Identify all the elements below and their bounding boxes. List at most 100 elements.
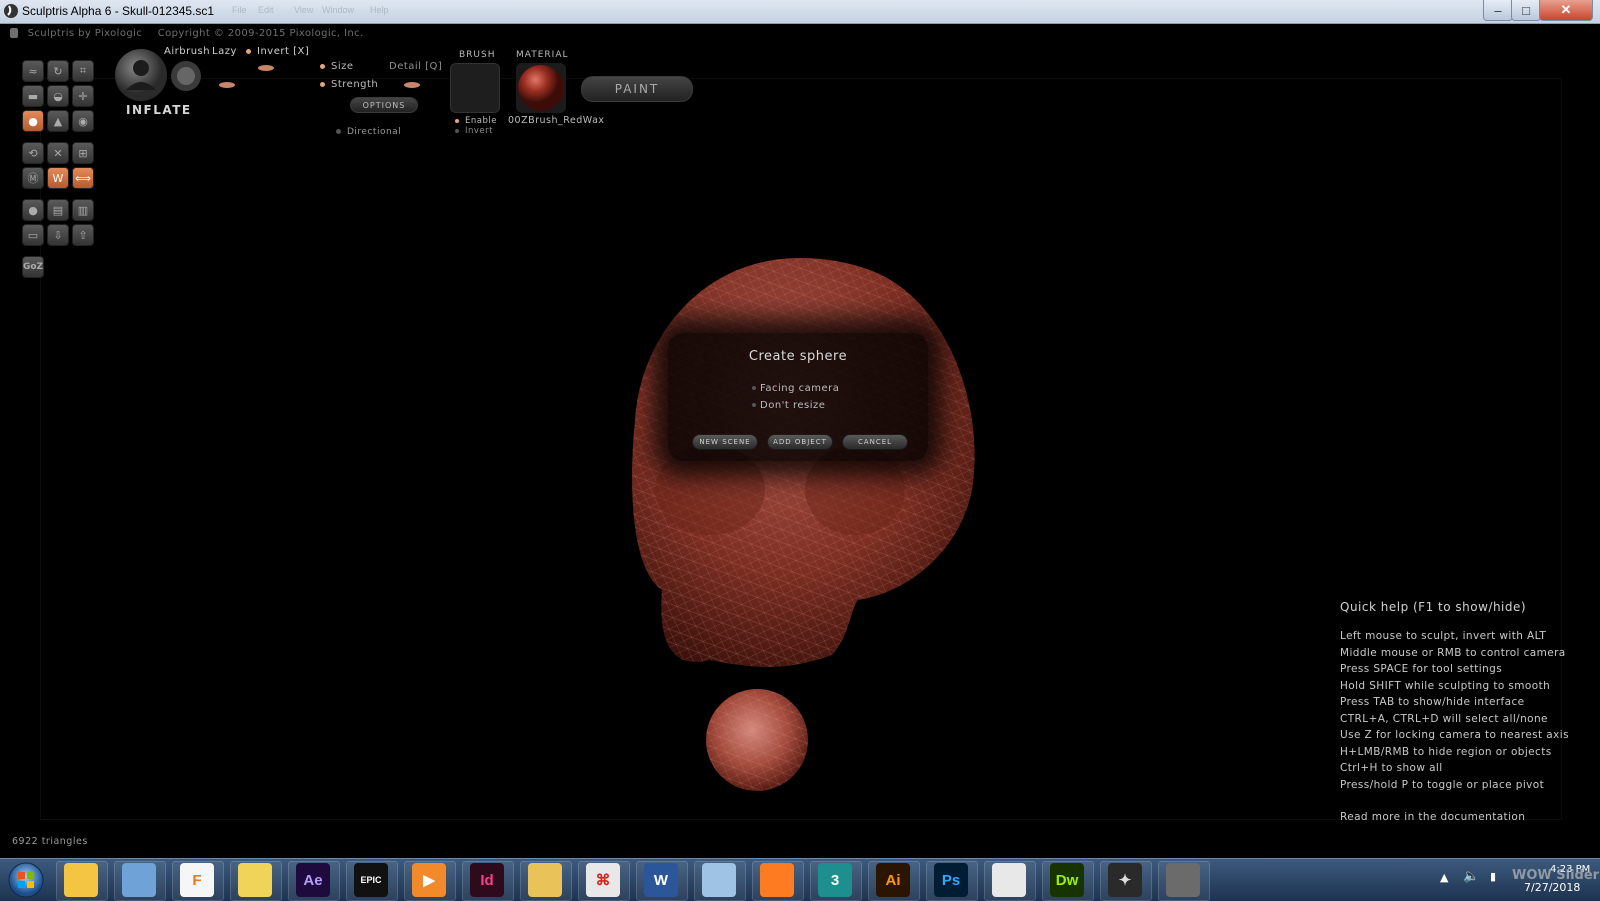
close-button[interactable]: ✕ <box>1539 0 1593 21</box>
lazy-slider-knob[interactable] <box>219 82 235 88</box>
invert-slider-knob[interactable] <box>258 65 274 71</box>
taskbar-button[interactable] <box>1158 861 1210 901</box>
crease-tool-icon[interactable]: ◒ <box>47 85 69 107</box>
save-file-icon[interactable]: ▥ <box>72 199 94 221</box>
quick-help-title: Quick help (F1 to show/hide) <box>1340 600 1527 614</box>
skull-model[interactable] <box>600 240 1020 800</box>
start-button[interactable] <box>6 861 46 899</box>
material-header: MATERIAL <box>516 50 569 60</box>
move-tool-icon[interactable]: ✛ <box>72 85 94 107</box>
chrome-icon <box>992 863 1026 897</box>
quick-help-line: Middle mouse or RMB to control camera <box>1340 646 1566 659</box>
taskbar-button[interactable] <box>984 861 1036 901</box>
directional-label: Directional <box>347 127 402 137</box>
minimize-button[interactable]: – <box>1483 0 1513 21</box>
taskbar-button[interactable] <box>694 861 746 901</box>
mask-icon[interactable]: Ⓜ <box>22 167 44 189</box>
reduce-brush-icon[interactable]: ⟲ <box>22 142 44 164</box>
reduce-selection-icon[interactable]: ✕ <box>47 142 69 164</box>
invert-texture-toggle[interactable]: Invert <box>455 126 493 136</box>
paint-button[interactable]: PAINT <box>581 76 693 102</box>
menu-file[interactable]: File <box>232 5 247 15</box>
quick-help-line: Press/hold P to toggle or place pivot <box>1340 778 1545 791</box>
taskbar-button[interactable] <box>520 861 572 901</box>
strength-label: Strength <box>331 79 379 90</box>
goz-button[interactable]: GoZ <box>22 256 44 278</box>
strength-slider-knob[interactable] <box>404 82 420 88</box>
window-title-bar[interactable]: Sculptris Alpha 6 - Skull-012345.sc1 Fil… <box>0 0 1600 24</box>
taskbar-button[interactable]: Id <box>462 861 514 901</box>
taskbar-button[interactable]: Ae <box>288 861 340 901</box>
draw-tool-icon[interactable]: ≈ <box>22 60 44 82</box>
network-icon[interactable]: ▮ <box>1490 870 1496 883</box>
taskbar-button[interactable]: Ps <box>926 861 978 901</box>
lazy-label: Lazy <box>212 46 237 57</box>
new-plane-icon[interactable]: ▭ <box>22 224 44 246</box>
create-sphere-dialog: Create sphere Facing camera Don't resize… <box>668 333 928 461</box>
menu-edit[interactable]: Edit <box>258 5 274 15</box>
directional-toggle[interactable]: Directional <box>336 127 401 137</box>
dont-resize-option[interactable]: Don't resize <box>752 400 825 411</box>
taskbar-button[interactable]: Dw <box>1042 861 1094 901</box>
window-title: Sculptris Alpha 6 - Skull-012345.sc1 <box>22 4 215 18</box>
taskbar-button[interactable] <box>56 861 108 901</box>
new-sphere-icon[interactable]: ● <box>22 199 44 221</box>
strength-toggle[interactable]: Strength <box>320 79 378 90</box>
pinch-tool-icon[interactable]: ▲ <box>47 110 69 132</box>
taskbar-button[interactable]: 3 <box>810 861 862 901</box>
facing-camera-radio-icon <box>752 386 756 390</box>
facing-camera-option[interactable]: Facing camera <box>752 383 839 394</box>
options-button[interactable]: OPTIONS <box>350 97 418 113</box>
quick-help-line: CTRL+A, CTRL+D will select all/none <box>1340 712 1548 725</box>
taskbar-button[interactable]: ⌘ <box>578 861 630 901</box>
cancel-button[interactable]: CANCEL <box>842 434 908 450</box>
media-player-icon: ▶ <box>412 863 446 897</box>
size-toggle[interactable]: Size <box>320 61 354 72</box>
import-icon[interactable]: ⇩ <box>47 224 69 246</box>
invert-toggle[interactable]: Invert [X] <box>246 46 309 57</box>
subdivide-icon[interactable]: ⊞ <box>72 142 94 164</box>
show-hidden-icons-icon[interactable]: ▲ <box>1440 871 1448 884</box>
quick-help-line: Hold SHIFT while sculpting to smooth <box>1340 679 1551 692</box>
airbrush-toggle-icon[interactable] <box>170 60 202 92</box>
taskbar-button[interactable] <box>752 861 804 901</box>
new-scene-button[interactable]: NEW SCENE <box>692 434 758 450</box>
detail-label[interactable]: Detail [Q] <box>389 61 442 72</box>
after-effects-icon: Ae <box>296 863 330 897</box>
export-icon[interactable]: ⇧ <box>72 224 94 246</box>
tool-preview-icon <box>115 49 167 101</box>
taskbar-button[interactable]: EPIC <box>346 861 398 901</box>
flatten-tool-icon[interactable]: ▬ <box>22 85 44 107</box>
file-explorer-icon <box>528 863 562 897</box>
material-preview-icon[interactable] <box>516 63 566 113</box>
taskbar-button[interactable] <box>114 861 166 901</box>
taskbar-button[interactable]: W <box>636 861 688 901</box>
windows-explorer-icon <box>64 863 98 897</box>
open-file-icon[interactable]: ▤ <box>47 199 69 221</box>
menu-view[interactable]: View <box>294 5 313 15</box>
maximize-button[interactable]: □ <box>1511 0 1541 21</box>
taskbar-button[interactable]: F <box>172 861 224 901</box>
scale-tool-icon[interactable]: ⌗ <box>72 60 94 82</box>
dialog-title: Create sphere <box>748 349 848 364</box>
menu-window[interactable]: Window <box>322 5 354 15</box>
volume-icon[interactable]: 🔈 <box>1463 869 1479 884</box>
invert-texture-radio-icon <box>455 128 459 133</box>
taskbar-button[interactable]: ▶ <box>404 861 456 901</box>
epic-games-icon: EPIC <box>354 863 388 897</box>
taskbar-button[interactable] <box>230 861 282 901</box>
menu-help[interactable]: Help <box>370 5 389 15</box>
illustrator-icon: Ai <box>876 863 910 897</box>
enable-toggle[interactable]: Enable <box>455 116 497 126</box>
taskbar-button[interactable]: ✦ <box>1100 861 1152 901</box>
documentation-link[interactable]: Read more in the documentation <box>1340 811 1600 828</box>
smooth-tool-icon[interactable]: ◉ <box>72 110 94 132</box>
taskbar-button[interactable]: Ai <box>868 861 920 901</box>
brush-texture-slot[interactable] <box>450 63 500 113</box>
symmetry-toggle-icon[interactable]: ⟺ <box>72 167 94 189</box>
enable-label: Enable <box>465 116 497 126</box>
add-object-button[interactable]: ADD OBJECT <box>767 434 833 450</box>
wireframe-toggle-icon[interactable]: W <box>47 167 69 189</box>
inflate-tool-icon[interactable]: ● <box>22 110 44 132</box>
rotate-tool-icon[interactable]: ↻ <box>47 60 69 82</box>
